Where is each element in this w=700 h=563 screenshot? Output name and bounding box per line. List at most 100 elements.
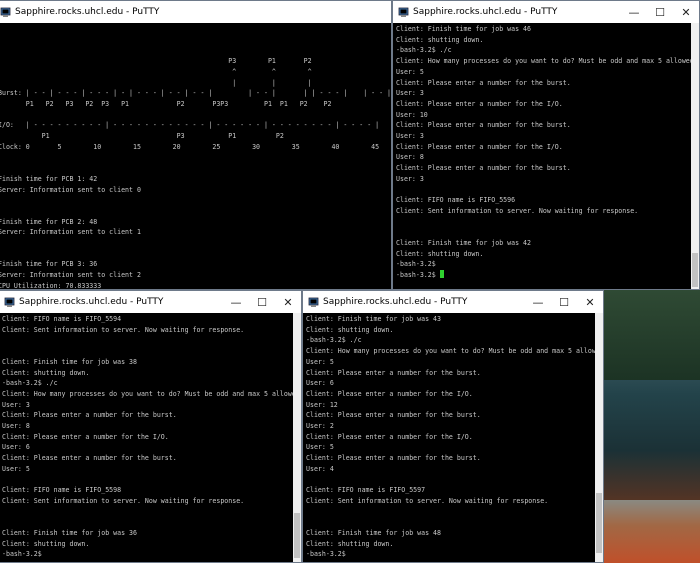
putty-window-client-1[interactable]: Sapphire.rocks.uhcl.edu - PuTTY — ☐ ✕ Cl… (392, 0, 700, 290)
terminal-line: Client: Finish time for job was 38 (2, 357, 137, 366)
minimize-button[interactable]: — (525, 291, 551, 313)
terminal-output[interactable]: P3 P1 P2 ^ ^ ^ | | | Burst: | - - | - - - (0, 23, 392, 290)
terminal-line: Burst: | - - | - - - | - - - | - | - - -… (0, 89, 392, 98)
putty-window-client-2[interactable]: Sapphire.rocks.uhcl.edu - PuTTY — ☐ ✕ Cl… (0, 290, 302, 563)
terminal-line: CPU Utilization: 70.833333 (0, 281, 102, 290)
terminal-line: ^ ^ ^ (0, 67, 312, 76)
window-titlebar[interactable]: Sapphire.rocks.uhcl.edu - PuTTY — ☐ ✕ (0, 291, 301, 313)
window-title: Sapphire.rocks.uhcl.edu - PuTTY (15, 7, 160, 17)
terminal-line: Finish time for PCB 1: 42 (0, 174, 98, 183)
terminal-line: Client: shutting down. (306, 539, 394, 548)
terminal-line: Clock: 0 5 10 15 20 25 30 35 40 45 (0, 142, 380, 151)
putty-icon (0, 7, 11, 18)
terminal-line: User: 8 (2, 422, 30, 431)
terminal-cursor (439, 270, 444, 279)
terminal-line: Client: Please enter a number for the bu… (2, 454, 177, 463)
terminal-line: Client: How many processes do you want t… (306, 347, 604, 356)
terminal-line: User: 3 (396, 174, 424, 183)
wallpaper-shore (600, 500, 700, 563)
terminal-line: Client: Sent information to server. Now … (2, 496, 245, 505)
terminal-line: Client: Finish time for job was 43 (306, 315, 441, 323)
terminal-line: Server: Information sent to client 2 (0, 271, 141, 280)
terminal-line: -bash-3.2$ ./c (396, 46, 452, 55)
terminal-line: Finish time for PCB 2: 48 (0, 217, 98, 226)
minimize-button[interactable]: — (223, 291, 249, 313)
terminal-line: Client: Please enter a number for the I/… (396, 99, 563, 108)
terminal-line: User: 3 (2, 400, 30, 409)
close-button[interactable]: ✕ (673, 1, 699, 23)
terminal-line: Client: FIFO name is FIFO_5597 (306, 486, 426, 495)
terminal-line: Client: Please enter a number for the bu… (306, 411, 481, 420)
scrollbar[interactable] (293, 313, 301, 562)
window-title: Sapphire.rocks.uhcl.edu - PuTTY (19, 297, 164, 307)
terminal-line: -bash-3.2$ (396, 260, 436, 269)
scrollbar-thumb[interactable] (692, 253, 698, 287)
terminal-line: -bash-3.2$ (396, 270, 696, 281)
terminal-line: | | | (0, 78, 312, 87)
terminal-line: User: 5 (396, 67, 424, 76)
maximize-button[interactable]: ☐ (647, 1, 673, 23)
terminal-line: Client: Please enter a number for the I/… (2, 432, 169, 441)
terminal-line: Client: Sent information to server. Now … (396, 206, 639, 215)
terminal-line: User: 5 (306, 357, 334, 366)
terminal-output[interactable]: Client: Finish time for job was 43 Client… (303, 313, 603, 561)
putty-icon (308, 297, 319, 308)
putty-icon (398, 7, 409, 18)
terminal-line: User: 12 (306, 400, 338, 409)
terminal-line: Client: Please enter a number for the bu… (396, 164, 571, 173)
terminal-line: User: 3 (396, 132, 424, 141)
maximize-button[interactable]: ☐ (551, 291, 577, 313)
terminal-line: Client: Finish time for job was 36 (2, 529, 137, 538)
putty-window-server[interactable]: Sapphire.rocks.uhcl.edu - PuTTY P3 P1 P2… (0, 0, 392, 290)
minimize-button[interactable]: — (621, 1, 647, 23)
terminal-line: User: 3 (396, 89, 424, 98)
scrollbar[interactable] (691, 23, 699, 289)
terminal-line: User: 5 (2, 464, 30, 473)
scrollbar-thumb[interactable] (294, 513, 300, 558)
terminal-line: User: 8 (396, 153, 424, 162)
window-titlebar[interactable]: Sapphire.rocks.uhcl.edu - PuTTY — ☐ ✕ (393, 1, 699, 23)
putty-window-client-3[interactable]: Sapphire.rocks.uhcl.edu - PuTTY — ☐ ✕ Cl… (302, 290, 604, 563)
scrollbar[interactable] (595, 313, 603, 562)
terminal-line: Server: Information sent to client 0 (0, 185, 141, 194)
terminal-line: Client: Please enter a number for the bu… (2, 411, 177, 420)
terminal-line: -bash-3.2$ (306, 550, 346, 559)
terminal-line: Server: Information sent to client 1 (0, 228, 141, 237)
window-titlebar[interactable]: Sapphire.rocks.uhcl.edu - PuTTY (0, 1, 391, 23)
terminal-output[interactable]: Client: FIFO name is FIFO_5594 Client: Se… (0, 313, 301, 561)
terminal-line: Client: Please enter a number for the bu… (306, 368, 481, 377)
terminal-line: Client: Please enter a number for the bu… (396, 78, 571, 87)
putty-icon (4, 297, 15, 308)
terminal-line: -bash-3.2$ (2, 550, 42, 559)
terminal-line: Client: Please enter a number for the I/… (306, 389, 473, 398)
terminal-line: Client: How many processes do you want t… (2, 389, 302, 398)
terminal-line: P3 P1 P2 (0, 57, 312, 66)
terminal-line: Client: Finish time for job was 48 (306, 529, 441, 538)
terminal-line: Client: shutting down. (396, 249, 484, 258)
maximize-button[interactable]: ☐ (249, 291, 275, 313)
terminal-line: -bash-3.2$ ./c (2, 379, 58, 388)
terminal-line: Client: shutting down. (306, 325, 394, 334)
terminal-line: Client: Sent information to server. Now … (2, 325, 245, 334)
close-button[interactable]: ✕ (275, 291, 301, 313)
window-titlebar[interactable]: Sapphire.rocks.uhcl.edu - PuTTY — ☐ ✕ (303, 291, 603, 313)
terminal-output[interactable]: Client: Finish time for job was 46 Client… (393, 23, 699, 282)
scrollbar-thumb[interactable] (596, 493, 602, 553)
terminal-line: Client: shutting down. (396, 35, 484, 44)
terminal-line: Client: Please enter a number for the I/… (396, 142, 563, 151)
terminal-line: Client: Please enter a number for the bu… (306, 454, 481, 463)
terminal-line: Client: Please enter a number for the I/… (306, 432, 473, 441)
terminal-line: Client: Finish time for job was 46 (396, 25, 531, 33)
close-button[interactable]: ✕ (577, 291, 603, 313)
